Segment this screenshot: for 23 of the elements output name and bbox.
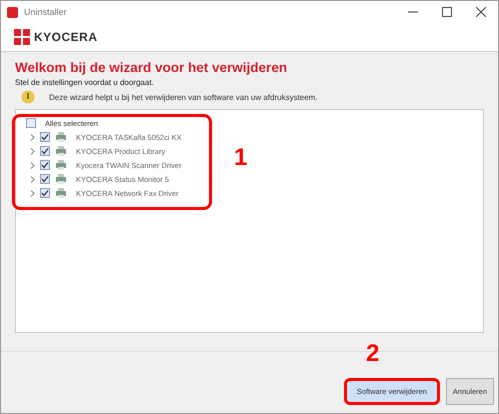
window-title: Uninstaller [24,7,67,17]
checkbox[interactable] [40,188,50,198]
printer-icon [55,159,67,171]
maximize-button[interactable] [442,7,452,17]
logo-icon [13,28,31,46]
printer-icon [55,145,67,157]
logo-text: KYOCERA [34,30,98,44]
checkbox[interactable] [40,160,50,170]
close-button[interactable] [476,7,486,17]
subtitle-text: Stel de instellingen voordat u doorgaat. [15,78,155,87]
printer-icon [55,131,67,143]
info-icon [21,90,35,104]
callout-number: 2 [366,342,380,366]
callout-number: 1 [234,146,248,170]
checkbox[interactable] [40,146,50,156]
checkbox[interactable] [40,132,50,142]
info-text: Deze wizard helpt u bij het verwijderen van software van uw afdruksysteem. [49,92,318,102]
app-icon [7,6,18,18]
printer-icon [55,187,67,199]
wizard-heading: Welkom bij de wizard voor het verwijderen [15,60,288,75]
checkbox[interactable] [40,174,50,184]
printer-icon [55,173,67,185]
checkbox[interactable] [26,118,36,128]
